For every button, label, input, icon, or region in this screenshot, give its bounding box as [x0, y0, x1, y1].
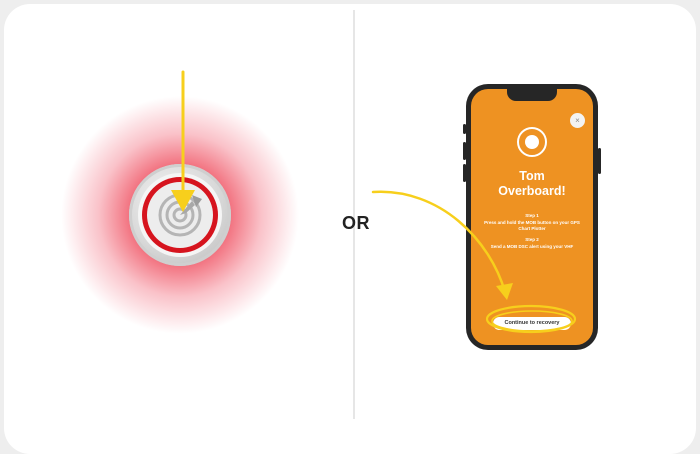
step2-text: Send a MOB DSC alert using your VHF [490, 244, 574, 249]
phone-volume-down [463, 164, 466, 182]
watch-icon [517, 127, 547, 157]
phone-volume-up [463, 142, 466, 160]
mob-button-face [138, 173, 222, 257]
phone-screen: × Tom Overboard! Step 1 Press and hold t… [471, 89, 593, 345]
close-icon[interactable]: × [570, 113, 585, 128]
mob-button-red-ring [142, 177, 218, 253]
continue-to-recovery-button[interactable]: Continue to recovery [493, 317, 571, 330]
step2-heading: Step 2 [525, 237, 539, 242]
phone-mute-switch [463, 124, 466, 134]
target-icon [158, 193, 202, 237]
mob-button[interactable] [129, 164, 231, 266]
alert-title-line1: Tom [519, 169, 545, 183]
or-label: OR [342, 213, 370, 233]
phone-notch [507, 89, 557, 101]
alert-title-line2: Overboard! [498, 184, 566, 198]
step1-heading: Step 1 [525, 213, 539, 218]
step1-text: Press and hold the MOB button on your GP… [484, 220, 580, 231]
phone-power-button [598, 148, 601, 174]
phone-mockup: × Tom Overboard! Step 1 Press and hold t… [463, 84, 601, 350]
